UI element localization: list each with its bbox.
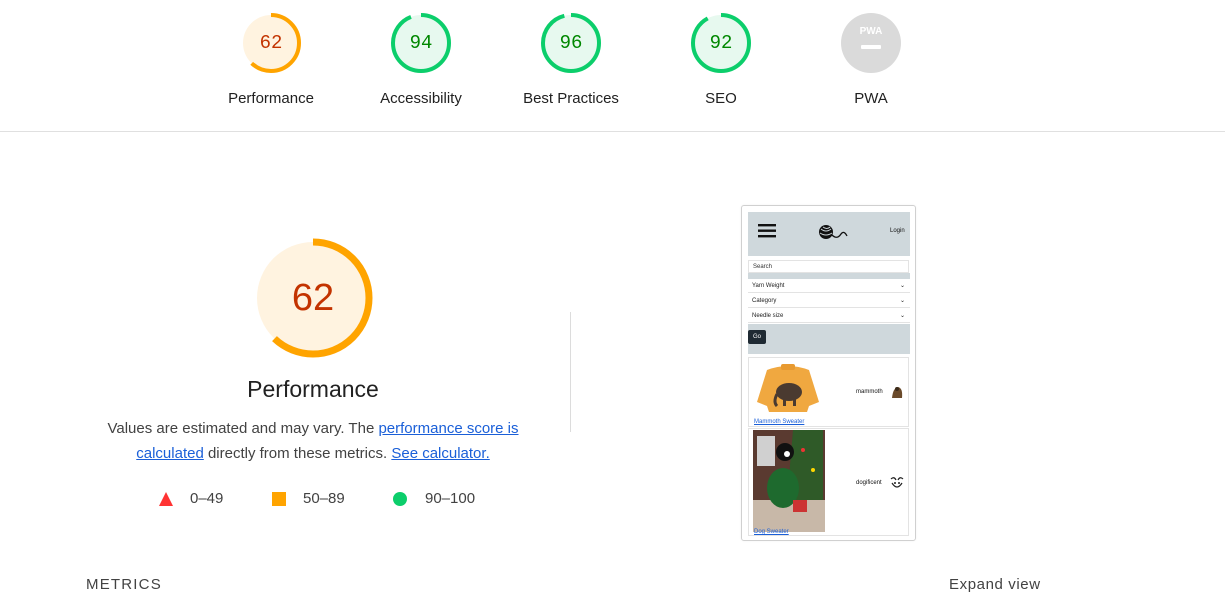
product-name: dogificent [856,480,882,486]
desc-text: Values are estimated and may vary. The [107,420,379,437]
gauge-accessibility[interactable]: 94 Accessibility [346,12,496,107]
gauge-score: 92 [709,32,733,54]
product-name: mammoth [856,389,883,395]
product-card[interactable]: dogificent Dog Sweater [748,428,909,536]
legend-range: 50–89 [303,490,345,507]
chevron-down-icon: ⌄ [899,298,905,304]
gauge-best-practices[interactable]: 96 Best Practices [496,12,646,107]
screenshot-header: Login [748,212,910,256]
filter-label: Category [752,298,777,304]
filter-yarn-weight[interactable]: Yarn Weight ⌄ [748,279,910,293]
screenshot-search-input[interactable]: Search [748,260,909,273]
see-calculator-link[interactable]: See calculator. [391,445,489,462]
dog-sweater-image [753,430,825,532]
gauge-score: 62 [259,32,283,54]
gauge-label: Performance [228,90,314,107]
performance-score: 62 [291,277,335,319]
chevron-down-icon: ⌄ [899,313,905,319]
gauge-seo[interactable]: 92 SEO [646,12,796,107]
gauge-label: PWA [854,90,888,107]
screenshot-page: Login Search Yarn Weight ⌄ Category ⌄ Need… [748,212,910,536]
chevron-down-icon: ⌄ [899,283,905,289]
final-screenshot[interactable]: Login Search Yarn Weight ⌄ Category ⌄ Need… [741,205,916,541]
circle-pass-icon [393,492,407,506]
gauge-pwa[interactable]: PWA PWA [796,12,946,107]
performance-title: Performance [247,376,379,402]
gauge-performance[interactable]: 62 Performance [196,12,346,107]
mammoth-sweater-image [753,360,823,416]
product-link[interactable]: Dog Sweater [754,529,789,535]
filter-label: Yarn Weight [752,283,785,289]
desc-text: directly from these metrics. [203,445,392,462]
hamburger-menu-icon [758,224,776,238]
expand-view-button[interactable]: Expand view [949,576,1041,593]
mammoth-avatar-icon [892,387,903,398]
pwa-badge-icon: PWA [841,13,901,73]
gauge-label: SEO [705,90,737,107]
filter-category[interactable]: Category ⌄ [748,294,910,308]
gauge-score: 96 [559,32,583,54]
filter-needle-size[interactable]: Needle size ⌄ [748,309,910,323]
performance-description: Values are estimated and may vary. The p… [100,416,526,466]
square-average-icon [272,492,286,506]
gauge-label: Best Practices [523,90,619,107]
product-card[interactable]: mammoth Mammoth Sweater [748,357,909,427]
gauge-score: 94 [409,32,433,54]
pwa-badge-text: PWA [860,26,883,37]
dog-avatar-icon [890,477,904,488]
screenshot-band [748,324,910,354]
gauge-label: Accessibility [380,90,462,107]
triangle-fail-icon [159,492,173,506]
login-link[interactable]: Login [890,228,905,234]
legend-range: 0–49 [190,490,224,507]
header-divider [0,131,1225,132]
legend-range: 90–100 [425,490,476,507]
product-link[interactable]: Mammoth Sweater [754,419,804,425]
metrics-heading: METRICS [86,576,162,593]
filter-label: Needle size [752,313,784,319]
go-button[interactable]: Go [748,330,766,344]
section-divider [570,312,571,432]
yarn-ball-logo-icon [819,225,848,239]
